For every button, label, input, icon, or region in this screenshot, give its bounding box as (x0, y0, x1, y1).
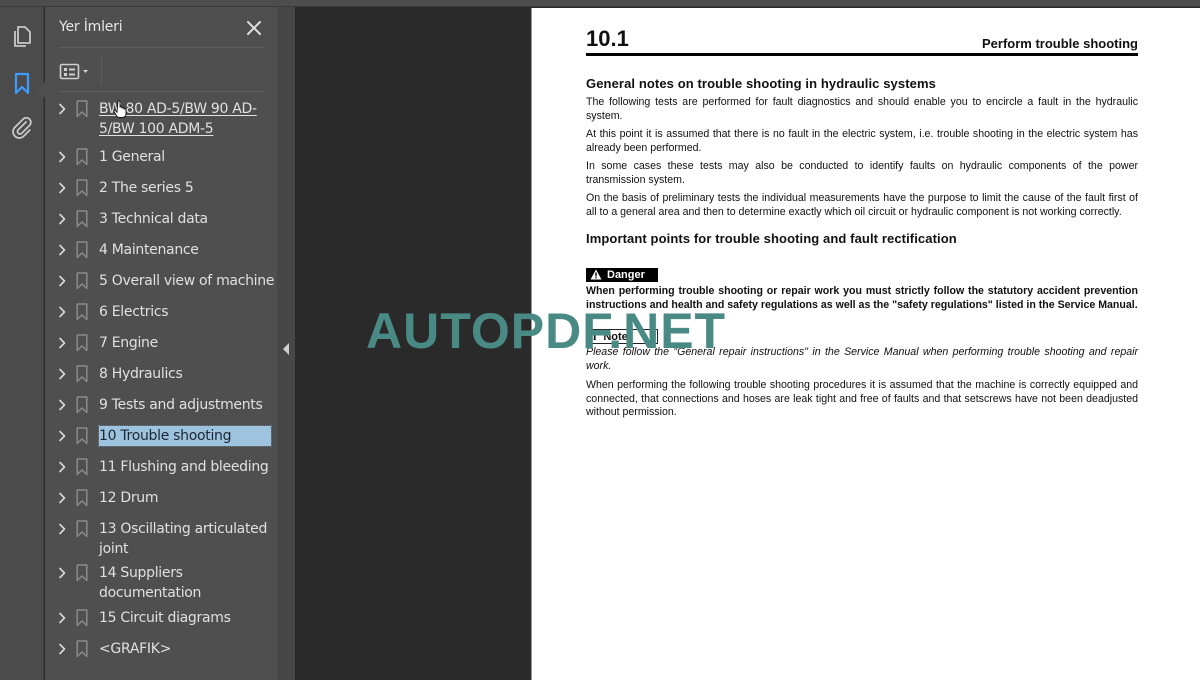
page-header: 10.1 Perform trouble shooting (586, 26, 1138, 56)
section-title: Perform trouble shooting (982, 36, 1138, 51)
danger-text: When performing trouble shooting or repa… (586, 285, 1138, 311)
bookmark-icon (76, 272, 88, 290)
active-panel-pointer (38, 82, 45, 98)
chevron-right-icon[interactable] (57, 275, 67, 287)
chevron-right-icon[interactable] (57, 430, 67, 442)
pages-icon (14, 26, 31, 47)
bookmark-label[interactable]: 10 Trouble shooting (98, 425, 272, 447)
chevron-right-icon[interactable] (57, 492, 67, 504)
bookmark-icon (76, 520, 88, 538)
bookmark-label[interactable]: 3 Technical data (99, 209, 275, 229)
chevron-right-icon[interactable] (57, 461, 67, 473)
bookmark-label[interactable]: 13 Oscillating articulated joint (99, 519, 275, 559)
close-icon (247, 21, 261, 35)
bookmark-options-button[interactable] (59, 59, 97, 85)
bookmark-icon (76, 365, 88, 383)
pages-panel-button[interactable] (8, 23, 36, 51)
note-label-text: Note (603, 330, 628, 343)
bookmark-label[interactable]: <GRAFIK> (99, 639, 275, 659)
note-text: Please follow the "General repair instru… (586, 346, 1138, 372)
collapse-panel-arrow-icon[interactable] (283, 343, 289, 355)
chevron-right-icon[interactable] (57, 567, 67, 579)
bookmark-label[interactable]: 9 Tests and adjustments (99, 395, 275, 415)
chevron-right-icon[interactable] (57, 612, 67, 624)
toolbar-divider (101, 55, 102, 85)
paragraph: On the basis of preliminary tests the in… (586, 192, 1138, 218)
bookmark-icon (76, 100, 88, 118)
chevron-right-icon[interactable] (57, 103, 67, 115)
navigation-rail (0, 7, 45, 680)
chevron-right-icon[interactable] (57, 306, 67, 318)
bookmark-icon (76, 564, 88, 582)
chevron-right-icon[interactable] (57, 399, 67, 411)
chevron-right-icon[interactable] (57, 151, 67, 163)
note-label: i Note (586, 329, 658, 344)
bookmark-label[interactable]: 11 Flushing and bleeding (99, 457, 275, 477)
danger-label: Danger (586, 267, 658, 282)
bookmark-icon (14, 72, 30, 95)
bookmark-icon (76, 640, 88, 658)
document-viewer[interactable]: 10.1 Perform trouble shooting General no… (295, 7, 1200, 680)
paragraph: The following tests are performed for fa… (586, 96, 1138, 122)
attachment-icon (12, 116, 32, 139)
chevron-right-icon[interactable] (57, 244, 67, 256)
page-body: General notes on trouble shooting in hyd… (586, 76, 1138, 425)
bookmark-icon (76, 179, 88, 197)
chevron-right-icon[interactable] (57, 523, 67, 535)
bookmark-label[interactable]: 7 Engine (99, 333, 275, 353)
paragraph: When performing the following trouble sh… (586, 379, 1138, 418)
chevron-right-icon[interactable] (57, 182, 67, 194)
bookmarks-panel: Yer İmleri BW 80 AD-5/BW 90 AD-5/BW 100 … (45, 7, 277, 680)
chevron-right-icon[interactable] (57, 643, 67, 655)
close-panel-button[interactable] (243, 17, 265, 39)
paragraph: At this point it is assumed that there i… (586, 128, 1138, 154)
bookmark-icon (76, 241, 88, 259)
pdf-page: 10.1 Perform trouble shooting General no… (531, 8, 1200, 680)
bookmark-label[interactable]: 12 Drum (99, 488, 275, 508)
bookmark-label[interactable]: 6 Electrics (99, 302, 275, 322)
panel-splitter[interactable] (277, 7, 295, 680)
bookmark-label[interactable]: 14 Suppliers documentation (99, 563, 275, 603)
chevron-right-icon[interactable] (57, 337, 67, 349)
heading-important-points: Important points for trouble shooting an… (586, 231, 957, 246)
danger-label-text: Danger (607, 268, 645, 281)
panel-header: Yer İmleri (59, 17, 265, 47)
bookmark-label[interactable]: 2 The series 5 (99, 178, 275, 198)
bookmark-icon (76, 210, 88, 228)
bookmark-icon (76, 427, 88, 445)
bookmark-label[interactable]: 5 Overall view of machine (99, 271, 275, 291)
bookmark-icon (76, 609, 88, 627)
panel-title: Yer İmleri (59, 19, 123, 35)
bookmark-icon (76, 303, 88, 321)
warning-icon (590, 269, 602, 280)
bookmark-label[interactable]: 15 Circuit diagrams (99, 608, 275, 628)
bookmark-label[interactable]: 4 Maintenance (99, 240, 275, 260)
title-bar (0, 0, 1200, 7)
bookmarks-panel-button[interactable] (8, 70, 36, 98)
info-icon: i (593, 329, 597, 343)
bookmark-icon (76, 489, 88, 507)
list-options-icon (59, 63, 88, 80)
bookmark-label[interactable]: 8 Hydraulics (99, 364, 275, 384)
divider (59, 47, 265, 48)
paragraph: In some cases these tests may also be co… (586, 160, 1138, 186)
bookmark-icon (76, 458, 88, 476)
attachments-panel-button[interactable] (8, 114, 36, 142)
bookmark-icon (76, 396, 88, 414)
divider (59, 91, 265, 92)
section-number: 10.1 (586, 26, 629, 51)
bookmark-label[interactable]: 1 General (99, 147, 275, 167)
chevron-right-icon[interactable] (57, 213, 67, 225)
heading-general-notes: General notes on trouble shooting in hyd… (586, 76, 936, 91)
bookmark-icon (76, 148, 88, 166)
bookmark-icon (76, 334, 88, 352)
bookmark-label[interactable]: BW 80 AD-5/BW 90 AD-5/BW 100 ADM-5 (99, 99, 275, 139)
chevron-right-icon[interactable] (57, 368, 67, 380)
